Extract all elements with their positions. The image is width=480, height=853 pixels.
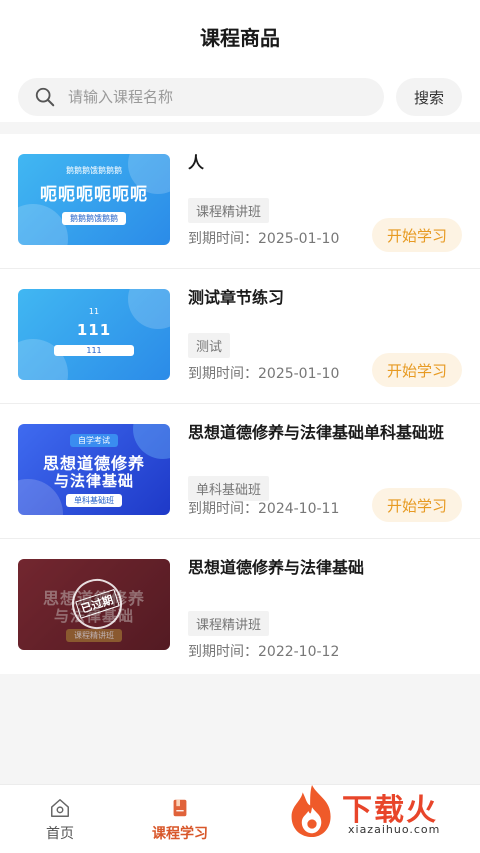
list-item[interactable]: 11 111 111 测试章节练习 测试 到期时间：2025-01-10 开始学… <box>0 269 480 404</box>
header: 课程商品 <box>0 0 480 68</box>
flame-logo-icon <box>291 785 331 837</box>
course-thumbnail: 自学考试 思想道德修养 与法律基础 单科基础班 <box>18 424 170 515</box>
course-name: 思想道德修养与法律基础 <box>188 558 365 577</box>
course-thumbnail: 鹅鹅鹅饿鹅鹅鹅 呃呃呃呃呃呃 鹅鹅鹅饿鹅鹅 <box>18 154 170 245</box>
course-tag: 课程精讲班 <box>188 198 270 223</box>
home-icon <box>51 799 69 817</box>
start-study-button[interactable]: 开始学习 <box>372 488 462 522</box>
thumb-bottom-text: 鹅鹅鹅饿鹅鹅 <box>62 212 126 225</box>
page-title: 课程商品 <box>200 25 280 50</box>
list-item[interactable]: 思想道德修养 与法律基础 课程精讲班 已过期 思想道德修养与法律基础 课程精讲班… <box>0 539 480 674</box>
course-name: 测试章节练习 <box>188 288 285 307</box>
course-name: 人 <box>188 153 205 172</box>
start-study-button[interactable]: 开始学习 <box>372 218 462 252</box>
thumb-big-text-2: 与法律基础 <box>53 472 134 490</box>
bottom-tab-bar: 首页 课程学习 下载火 xiazaihuo.com <box>0 784 480 853</box>
course-list: 鹅鹅鹅饿鹅鹅鹅 呃呃呃呃呃呃 鹅鹅鹅饿鹅鹅 人 课程精讲班 到期时间：2025-… <box>0 134 480 674</box>
thumb-bottom-text: 单科基础班 <box>66 494 122 507</box>
course-tag: 课程精讲班 <box>188 611 270 636</box>
thumb-top-text: 自学考试 <box>70 434 118 447</box>
tab-study[interactable]: 课程学习 <box>140 797 220 843</box>
course-thumbnail: 思想道德修养 与法律基础 课程精讲班 已过期 <box>18 559 170 650</box>
expire-date: 到期时间：2022-10-12 <box>188 644 340 660</box>
course-list-area: 鹅鹅鹅饿鹅鹅鹅 呃呃呃呃呃呃 鹅鹅鹅饿鹅鹅 人 课程精讲班 到期时间：2025-… <box>0 122 480 784</box>
course-tag: 测试 <box>188 333 231 358</box>
course-thumbnail: 11 111 111 <box>18 289 170 380</box>
list-item[interactable]: 自学考试 思想道德修养 与法律基础 单科基础班 思想道德修养与法律基础单科基础班… <box>0 404 480 539</box>
tab-home[interactable]: 首页 <box>20 797 100 843</box>
expire-date: 到期时间：2025-01-10 <box>188 366 340 382</box>
watermark: 下载火 xiazaihuo.com <box>286 781 472 845</box>
watermark-url: xiazaihuo.com <box>348 823 441 836</box>
list-item[interactable]: 鹅鹅鹅饿鹅鹅鹅 呃呃呃呃呃呃 鹅鹅鹅饿鹅鹅 人 课程精讲班 到期时间：2025-… <box>0 134 480 269</box>
search-button[interactable]: 搜索 <box>396 78 462 116</box>
search-bar: 搜索 <box>0 74 480 120</box>
search-input[interactable] <box>68 88 328 106</box>
thumb-big-text: 111 <box>76 321 112 339</box>
book-icon <box>173 799 187 817</box>
expired-stamp-text: 已过期 <box>74 589 120 619</box>
thumb-big-text: 呃呃呃呃呃呃 <box>40 185 148 205</box>
course-name: 思想道德修养与法律基础单科基础班 <box>188 423 445 442</box>
tab-home-label: 首页 <box>46 826 74 842</box>
search-icon <box>35 87 55 107</box>
thumb-top-text: 11 <box>88 307 100 316</box>
start-study-button[interactable]: 开始学习 <box>372 353 462 387</box>
tab-study-label: 课程学习 <box>152 826 208 842</box>
search-box[interactable] <box>18 78 384 116</box>
expire-date: 到期时间：2025-01-10 <box>188 231 340 247</box>
thumb-bottom-text: 111 <box>54 345 134 356</box>
expire-date: 到期时间：2024-10-11 <box>188 501 340 517</box>
thumb-top-text: 鹅鹅鹅饿鹅鹅鹅 <box>66 166 122 175</box>
